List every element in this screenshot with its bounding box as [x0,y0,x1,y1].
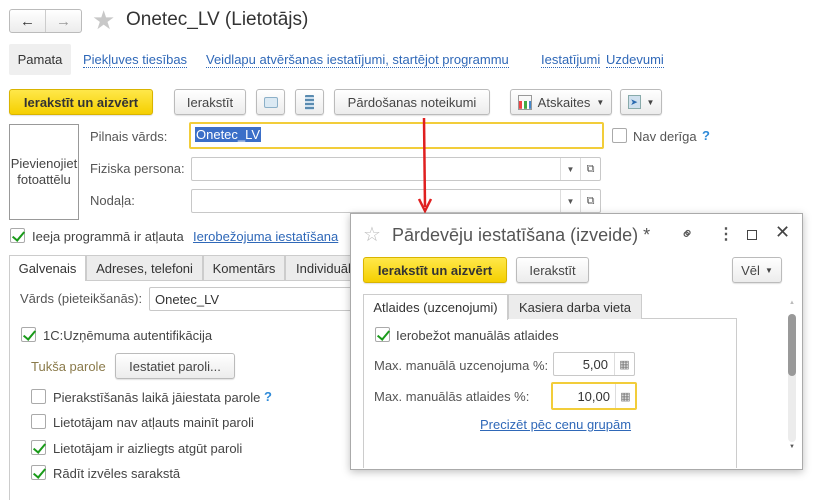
export-icon: ➤ [627,95,641,109]
export-button[interactable]: ➤ ▼ [620,89,662,115]
tab-discounts[interactable]: Atlaides (uzcenojumi) [363,294,508,320]
close-icon[interactable]: ✕ [775,222,790,243]
option-label: Lietotājam nav atļauts mainīt paroli [53,415,254,430]
department-dropdown-icon[interactable]: ▼ [560,190,580,212]
dialog-save-and-close-button[interactable]: Ierakstīt un aizvērt [363,257,507,283]
sales-rules-button[interactable]: Pārdošanas noteikumi [334,89,490,115]
department-label: Nodaļa: [90,193,135,208]
dialog-save-button[interactable]: Ierakstīt [516,257,589,283]
help-icon[interactable]: ? [702,128,710,143]
login-name-label: Vārds (pieteikšanās): [20,291,143,306]
invalid-label: Nav derīga [633,129,697,144]
option-label: Rādīt izvēles sarakstā [53,466,181,481]
option-checkbox[interactable] [31,440,46,455]
more-menu-icon[interactable]: ⋮ [718,224,734,244]
tab-settings[interactable]: Iestatījumi [541,52,601,68]
chevron-down-icon: ▼ [764,265,773,275]
chevron-down-icon: ▼ [596,97,605,107]
person-label: Fiziska persona: [90,161,185,176]
chevron-down-icon: ▼ [646,97,655,107]
login-name-input[interactable]: Onetec_LV [149,287,359,311]
tab-pamata[interactable]: Pamata [9,44,71,75]
price-groups-link[interactable]: Precizēt pēc cenu grupām [480,417,631,432]
auth-checkbox[interactable] [21,327,36,342]
limit-discounts-label: Ierobežot manuālās atlaides [396,328,559,343]
person-dropdown-icon[interactable]: ▼ [560,158,580,180]
option-checkbox[interactable] [31,465,46,480]
reports-button[interactable]: Atskaites ▼ [510,89,612,115]
back-button[interactable]: ← [10,10,46,32]
save-and-close-button[interactable]: Ierakstīt un aizvērt [9,89,153,115]
comment-icon [263,96,278,108]
restriction-settings-link[interactable]: Ierobežojuma iestatīšana [193,229,338,244]
department-open-icon[interactable]: ⧉ [580,190,600,212]
nav-buttons: ← → [9,9,82,33]
tab-comment[interactable]: Komentārs [203,255,285,280]
option-label: Lietotājam ir aizliegts atgūt paroli [53,441,243,456]
sales-settings-dialog: ☆ Pārdevēju iestatīšana (izveide) * ⚭ ⋮ … [350,213,803,470]
person-input[interactable]: ▼ ⧉ [191,157,601,181]
report-chart-icon [517,94,532,110]
dialog-title: Pārdevēju iestatīšana (izveide) * [392,225,651,245]
scroll-up-icon[interactable]: ▲ [789,300,795,306]
scroll-down-icon[interactable]: ▼ [789,444,795,450]
favorite-star-icon[interactable]: ★ [92,5,115,36]
max-discount-input[interactable]: 10,00 ▦ [551,382,637,410]
tab-individual[interactable]: Individuāl [285,255,355,280]
department-input[interactable]: ▼ ⧉ [191,189,601,213]
calculator-icon[interactable]: ▦ [614,353,634,375]
max-markup-input[interactable]: 5,00 ▦ [553,352,635,376]
scrollbar-thumb[interactable] [788,314,796,376]
person-open-icon[interactable]: ⧉ [580,158,600,180]
dialog-more-button[interactable]: Vēl ▼ [732,257,782,283]
max-discount-label: Max. manuālās atlaides %: [374,389,530,404]
limit-discounts-checkbox[interactable] [375,327,390,342]
save-button[interactable]: Ierakstīt [174,89,246,115]
full-name-input[interactable]: Onetec_LV [189,122,604,149]
tab-cashier-workplace[interactable]: Kasiera darba vieta [508,294,642,319]
favorite-star-icon[interactable]: ☆ [363,222,381,247]
scrollbar[interactable] [788,314,796,442]
invalid-checkbox[interactable] [612,128,627,143]
tab-access-rights[interactable]: Piekļuves tiesības [83,52,188,68]
annotation-arrow [417,117,433,214]
full-name-label: Pilnais vārds: [90,129,168,144]
list-button[interactable] [295,89,324,115]
login-allowed-checkbox[interactable] [10,228,25,243]
forward-button[interactable]: → [46,10,81,32]
help-icon[interactable]: ? [264,389,272,404]
tab-main[interactable]: Galvenais [9,255,86,281]
tab-tasks[interactable]: Uzdevumi [606,52,664,68]
empty-password-label: Tukša parole [31,359,106,374]
list-icon [305,94,314,110]
calculator-icon[interactable]: ▦ [615,384,635,408]
option-checkbox[interactable] [31,389,46,404]
tab-form-settings[interactable]: Veidlapu atvēršanas iestatījumi, startēj… [206,52,509,68]
page-title: Onetec_LV (Lietotājs) [126,9,309,30]
option-label: Pierakstīšanās laikā jāiestata parole [53,390,261,405]
login-allowed-label: Ieeja programmā ir atļauta [32,229,184,244]
max-markup-label: Max. manuālā uzcenojuma %: [374,358,549,373]
link-icon[interactable]: ⚭ [676,222,700,246]
auth-label: 1C:Uzņēmuma autentifikācija [43,328,213,343]
tab-addresses[interactable]: Adreses, telefoni [86,255,203,280]
option-checkbox[interactable] [31,414,46,429]
comment-button[interactable] [256,89,285,115]
set-password-button[interactable]: Iestatiet paroli... [115,353,235,379]
maximize-icon[interactable] [747,230,757,240]
add-photo-button[interactable]: Pievienojiet fotoattēlu [9,124,79,220]
